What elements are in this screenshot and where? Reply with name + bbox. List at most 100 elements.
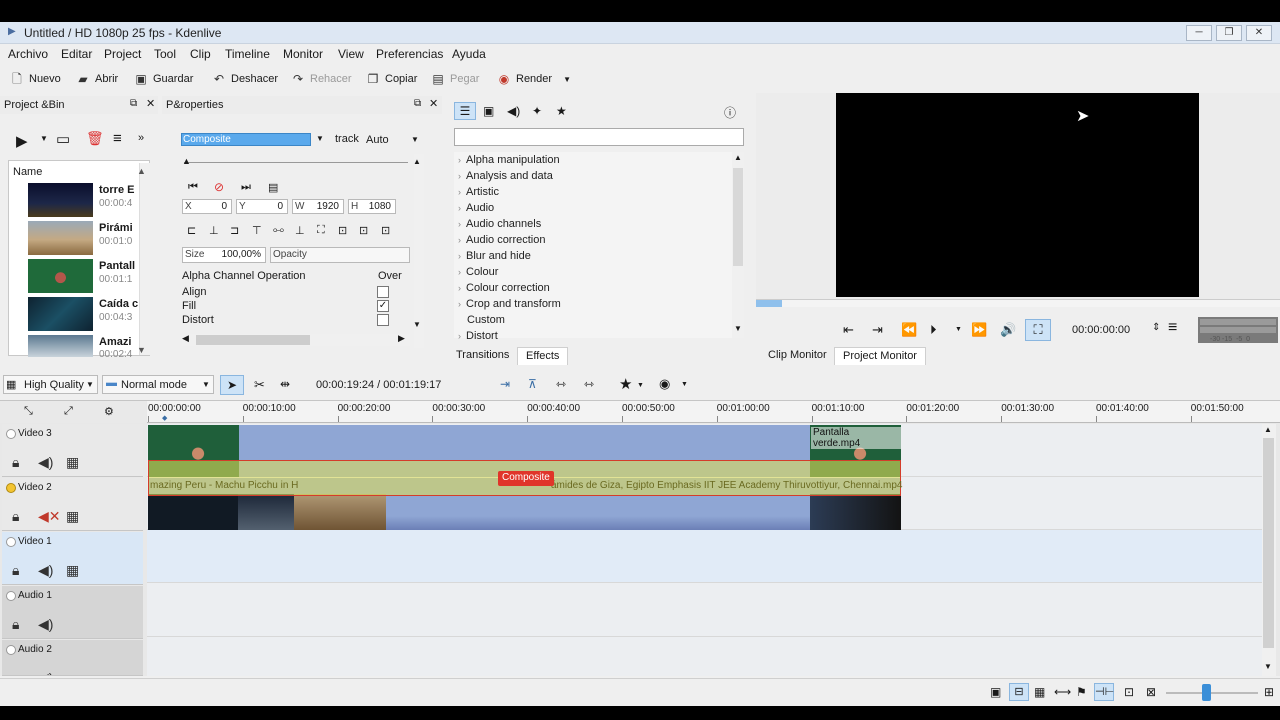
lock-icon[interactable]: 🔒︎ <box>12 562 19 579</box>
volume-icon[interactable]: ◀) <box>38 562 53 579</box>
effect-category[interactable]: › Colour correction <box>458 282 550 294</box>
remove-keyframe-icon[interactable]: ⊘ <box>214 180 224 194</box>
effect-category[interactable]: › Artistic <box>458 186 499 198</box>
set-zone-out-icon[interactable]: ⇥ <box>872 322 883 338</box>
volume-icon[interactable]: ◀) <box>38 670 53 675</box>
menu-project[interactable]: Project <box>104 47 141 61</box>
razor-tool-icon[interactable]: ✂ <box>254 377 265 393</box>
guardar-button[interactable]: ▣ Guardar <box>134 70 193 88</box>
scroll-down-icon[interactable]: ▼ <box>137 345 146 355</box>
lock-icon[interactable]: 🔒︎ <box>12 670 19 675</box>
clip-thumbnail[interactable] <box>28 335 93 357</box>
overwrite-icon[interactable]: ⊼ <box>528 377 537 391</box>
scroll-thumb[interactable] <box>1263 438 1274 648</box>
insert-icon[interactable]: ⇥ <box>500 377 510 391</box>
film-icon[interactable]: ▦ <box>1034 685 1045 699</box>
scroll-down-icon[interactable]: ▼ <box>734 324 742 333</box>
clip-thumbnail[interactable] <box>28 297 93 331</box>
expand-arrow-icon[interactable]: › <box>458 235 461 245</box>
alpha-operation-select[interactable]: Over <box>378 270 402 282</box>
monitor-zone[interactable] <box>756 300 782 307</box>
expand-icon[interactable]: ⤢ <box>64 405 73 418</box>
chevron-down-icon[interactable]: ▼ <box>316 134 324 143</box>
maximize-button[interactable]: ❐ <box>1216 25 1242 41</box>
align-middle-icon[interactable]: ⧟ <box>273 224 284 237</box>
scroll-down-icon[interactable]: ▼ <box>413 320 421 329</box>
scroll-thumb[interactable] <box>196 335 310 345</box>
zoom-out-icon[interactable]: ⊠ <box>1146 685 1156 699</box>
menu-tool[interactable]: Tool <box>154 47 176 61</box>
play-icon[interactable]: ⏵ <box>930 322 937 338</box>
track-select[interactable]: Auto <box>366 134 389 146</box>
lock-icon[interactable]: 🔒︎ <box>12 616 19 633</box>
zoom-slider-handle[interactable] <box>1202 684 1211 701</box>
track-header-video3[interactable]: Video 3 🔒︎ ◀) ▦ <box>2 424 143 477</box>
scroll-down-icon[interactable]: ▼ <box>1264 662 1272 671</box>
effects-search-input[interactable] <box>454 128 744 146</box>
abrir-button[interactable]: ▰ Abrir <box>76 70 118 88</box>
settings-icon[interactable]: ⚙ <box>104 405 114 418</box>
menu-timeline[interactable]: Timeline <box>225 47 270 61</box>
lock-icon[interactable]: 🔒︎ <box>12 508 19 525</box>
properties-scrollbar[interactable] <box>414 154 424 348</box>
chevron-down-icon[interactable]: ▼ <box>681 381 688 388</box>
volume-icon[interactable]: ◀) <box>38 616 53 633</box>
bin-scrollbar[interactable] <box>139 163 150 355</box>
expand-arrow-icon[interactable]: › <box>458 203 461 213</box>
render-button[interactable]: ◉ Render ▼ <box>497 70 571 88</box>
tab-project-monitor[interactable]: Project Monitor <box>834 347 926 365</box>
align-left-icon[interactable]: ⊏ <box>187 224 196 237</box>
volume-icon[interactable]: 🔊 <box>1000 322 1016 338</box>
align-bottom-icon[interactable]: ⊥ <box>295 224 305 237</box>
track-header-audio2[interactable]: Audio 2 🔒︎ ◀) <box>2 640 143 676</box>
expand-arrow-icon[interactable]: › <box>458 331 461 341</box>
scroll-left-icon[interactable]: ◀ <box>182 333 189 344</box>
expand-arrow-icon[interactable]: › <box>458 171 461 181</box>
volume-icon[interactable]: ◀) <box>38 454 53 471</box>
scroll-up-icon[interactable]: ▲ <box>1264 425 1272 434</box>
spacer-tool-icon[interactable]: ⇹ <box>280 377 290 391</box>
tab-effects[interactable]: Effects <box>517 347 569 365</box>
scroll-up-icon[interactable]: ▲ <box>734 153 742 162</box>
y-field[interactable]: Y0 <box>236 199 288 214</box>
align-center-icon[interactable]: ⊥ <box>209 224 219 237</box>
horizontal-scrollbar[interactable]: ◀ ▶ <box>182 333 410 346</box>
track-header-video2[interactable]: Video 2 🔒︎ ◀✕ ▦ <box>2 478 143 531</box>
expand-arrow-icon[interactable]: › <box>458 267 461 277</box>
lock-icon[interactable]: 🔒︎ <box>12 454 19 471</box>
menu-monitor[interactable]: Monitor <box>283 47 323 61</box>
edit-mode-icon[interactable]: ⛶ <box>1025 319 1051 341</box>
record-icon[interactable]: ◉ <box>659 376 670 392</box>
rewind-icon[interactable]: ⏪ <box>901 322 917 338</box>
transition-select[interactable]: Composite <box>181 133 311 146</box>
effects-scrollbar[interactable] <box>732 152 744 338</box>
height-field[interactable]: H 1080 <box>348 199 396 214</box>
expand-arrow-icon[interactable]: › <box>458 155 461 165</box>
add-clip-icon[interactable]: ▶ <box>16 132 28 150</box>
effect-category[interactable]: › Blur and hide <box>458 250 531 262</box>
folder-icon[interactable]: ▭ <box>56 130 70 148</box>
delete-icon[interactable]: 🗑 <box>86 130 104 147</box>
more-icon[interactable]: » <box>138 132 144 144</box>
distort-checkbox[interactable] <box>377 314 389 326</box>
close-icon[interactable]: ✕ <box>429 97 438 110</box>
clip-thumbnail[interactable] <box>28 183 93 217</box>
tab-clip-monitor[interactable]: Clip Monitor <box>760 347 835 365</box>
extract-icon[interactable]: ⇿ <box>556 377 566 391</box>
composite-transition[interactable]: mazing Peru - Machu Picchu in H ámides d… <box>148 460 902 496</box>
menu-view[interactable]: View <box>338 47 364 61</box>
timecode-spin-icon[interactable]: ⇕ <box>1152 322 1160 333</box>
snapshot-icon[interactable]: ▣ <box>990 685 1001 699</box>
keyframe-handle[interactable]: ▲ <box>182 156 191 166</box>
rehacer-button[interactable]: ↷ Rehacer <box>291 70 352 88</box>
selection-tool-icon[interactable]: ➤ <box>220 375 244 395</box>
favorite-effects-icon[interactable]: ★ <box>619 375 632 393</box>
timeline-ruler[interactable]: 00:00:00:00 00:00:10:00 00:00:20:00 00:00:3… <box>147 401 1280 423</box>
effect-category[interactable]: › Audio correction <box>458 234 546 246</box>
zoom-fit-icon[interactable]: ⊡ <box>1124 685 1134 699</box>
effect-category[interactable]: › Crop and transform <box>458 298 561 310</box>
copiar-button[interactable]: ❐ Copiar <box>366 70 418 88</box>
track-header-video1[interactable]: Video 1 🔒︎ ◀) ▦ <box>2 532 143 585</box>
expand-arrow-icon[interactable]: › <box>458 283 461 293</box>
favorite-star-icon[interactable]: ★ <box>556 104 567 118</box>
